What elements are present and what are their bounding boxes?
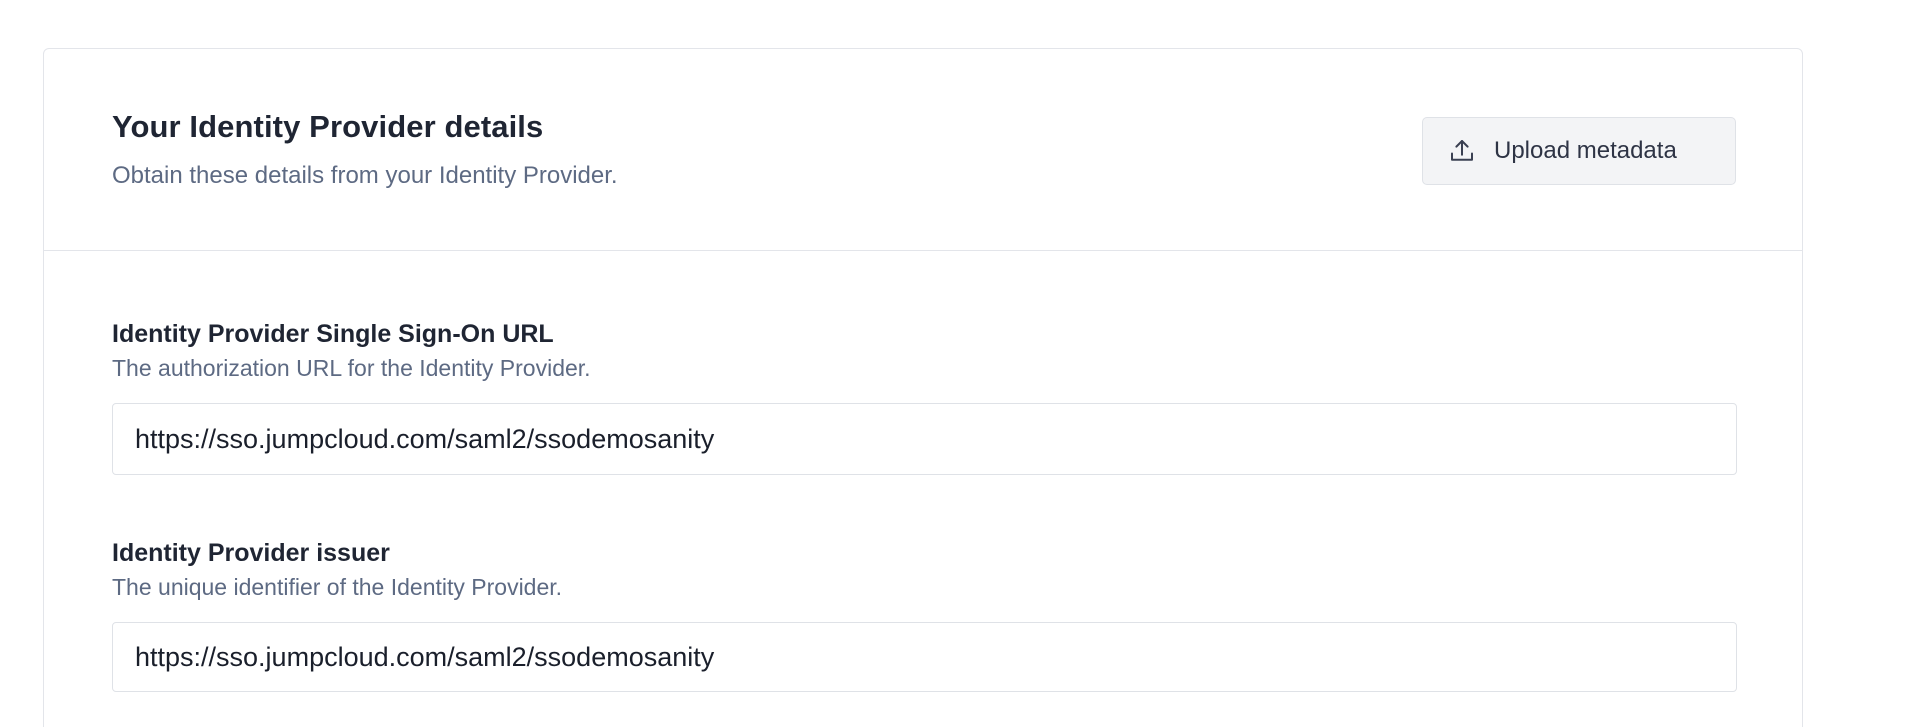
sso-url-field-group: Identity Provider Single Sign-On URL The… [112, 317, 1737, 475]
upload-icon [1447, 136, 1477, 166]
identity-provider-card: Your Identity Provider details Obtain th… [43, 48, 1803, 727]
card-header: Your Identity Provider details Obtain th… [44, 49, 1802, 251]
card-subtitle: Obtain these details from your Identity … [112, 162, 618, 189]
sso-url-label: Identity Provider Single Sign-On URL [112, 320, 554, 348]
page: Your Identity Provider details Obtain th… [0, 0, 1920, 727]
sso-url-input[interactable] [112, 403, 1737, 475]
issuer-field-group: Identity Provider issuer The unique iden… [112, 536, 1737, 692]
upload-metadata-button[interactable]: Upload metadata [1422, 117, 1736, 185]
card-title: Your Identity Provider details [112, 109, 544, 144]
issuer-label: Identity Provider issuer [112, 539, 390, 567]
sso-url-help-text: The authorization URL for the Identity P… [112, 355, 591, 381]
upload-metadata-label: Upload metadata [1494, 137, 1677, 164]
issuer-help-text: The unique identifier of the Identity Pr… [112, 574, 563, 600]
issuer-input[interactable] [112, 622, 1737, 692]
